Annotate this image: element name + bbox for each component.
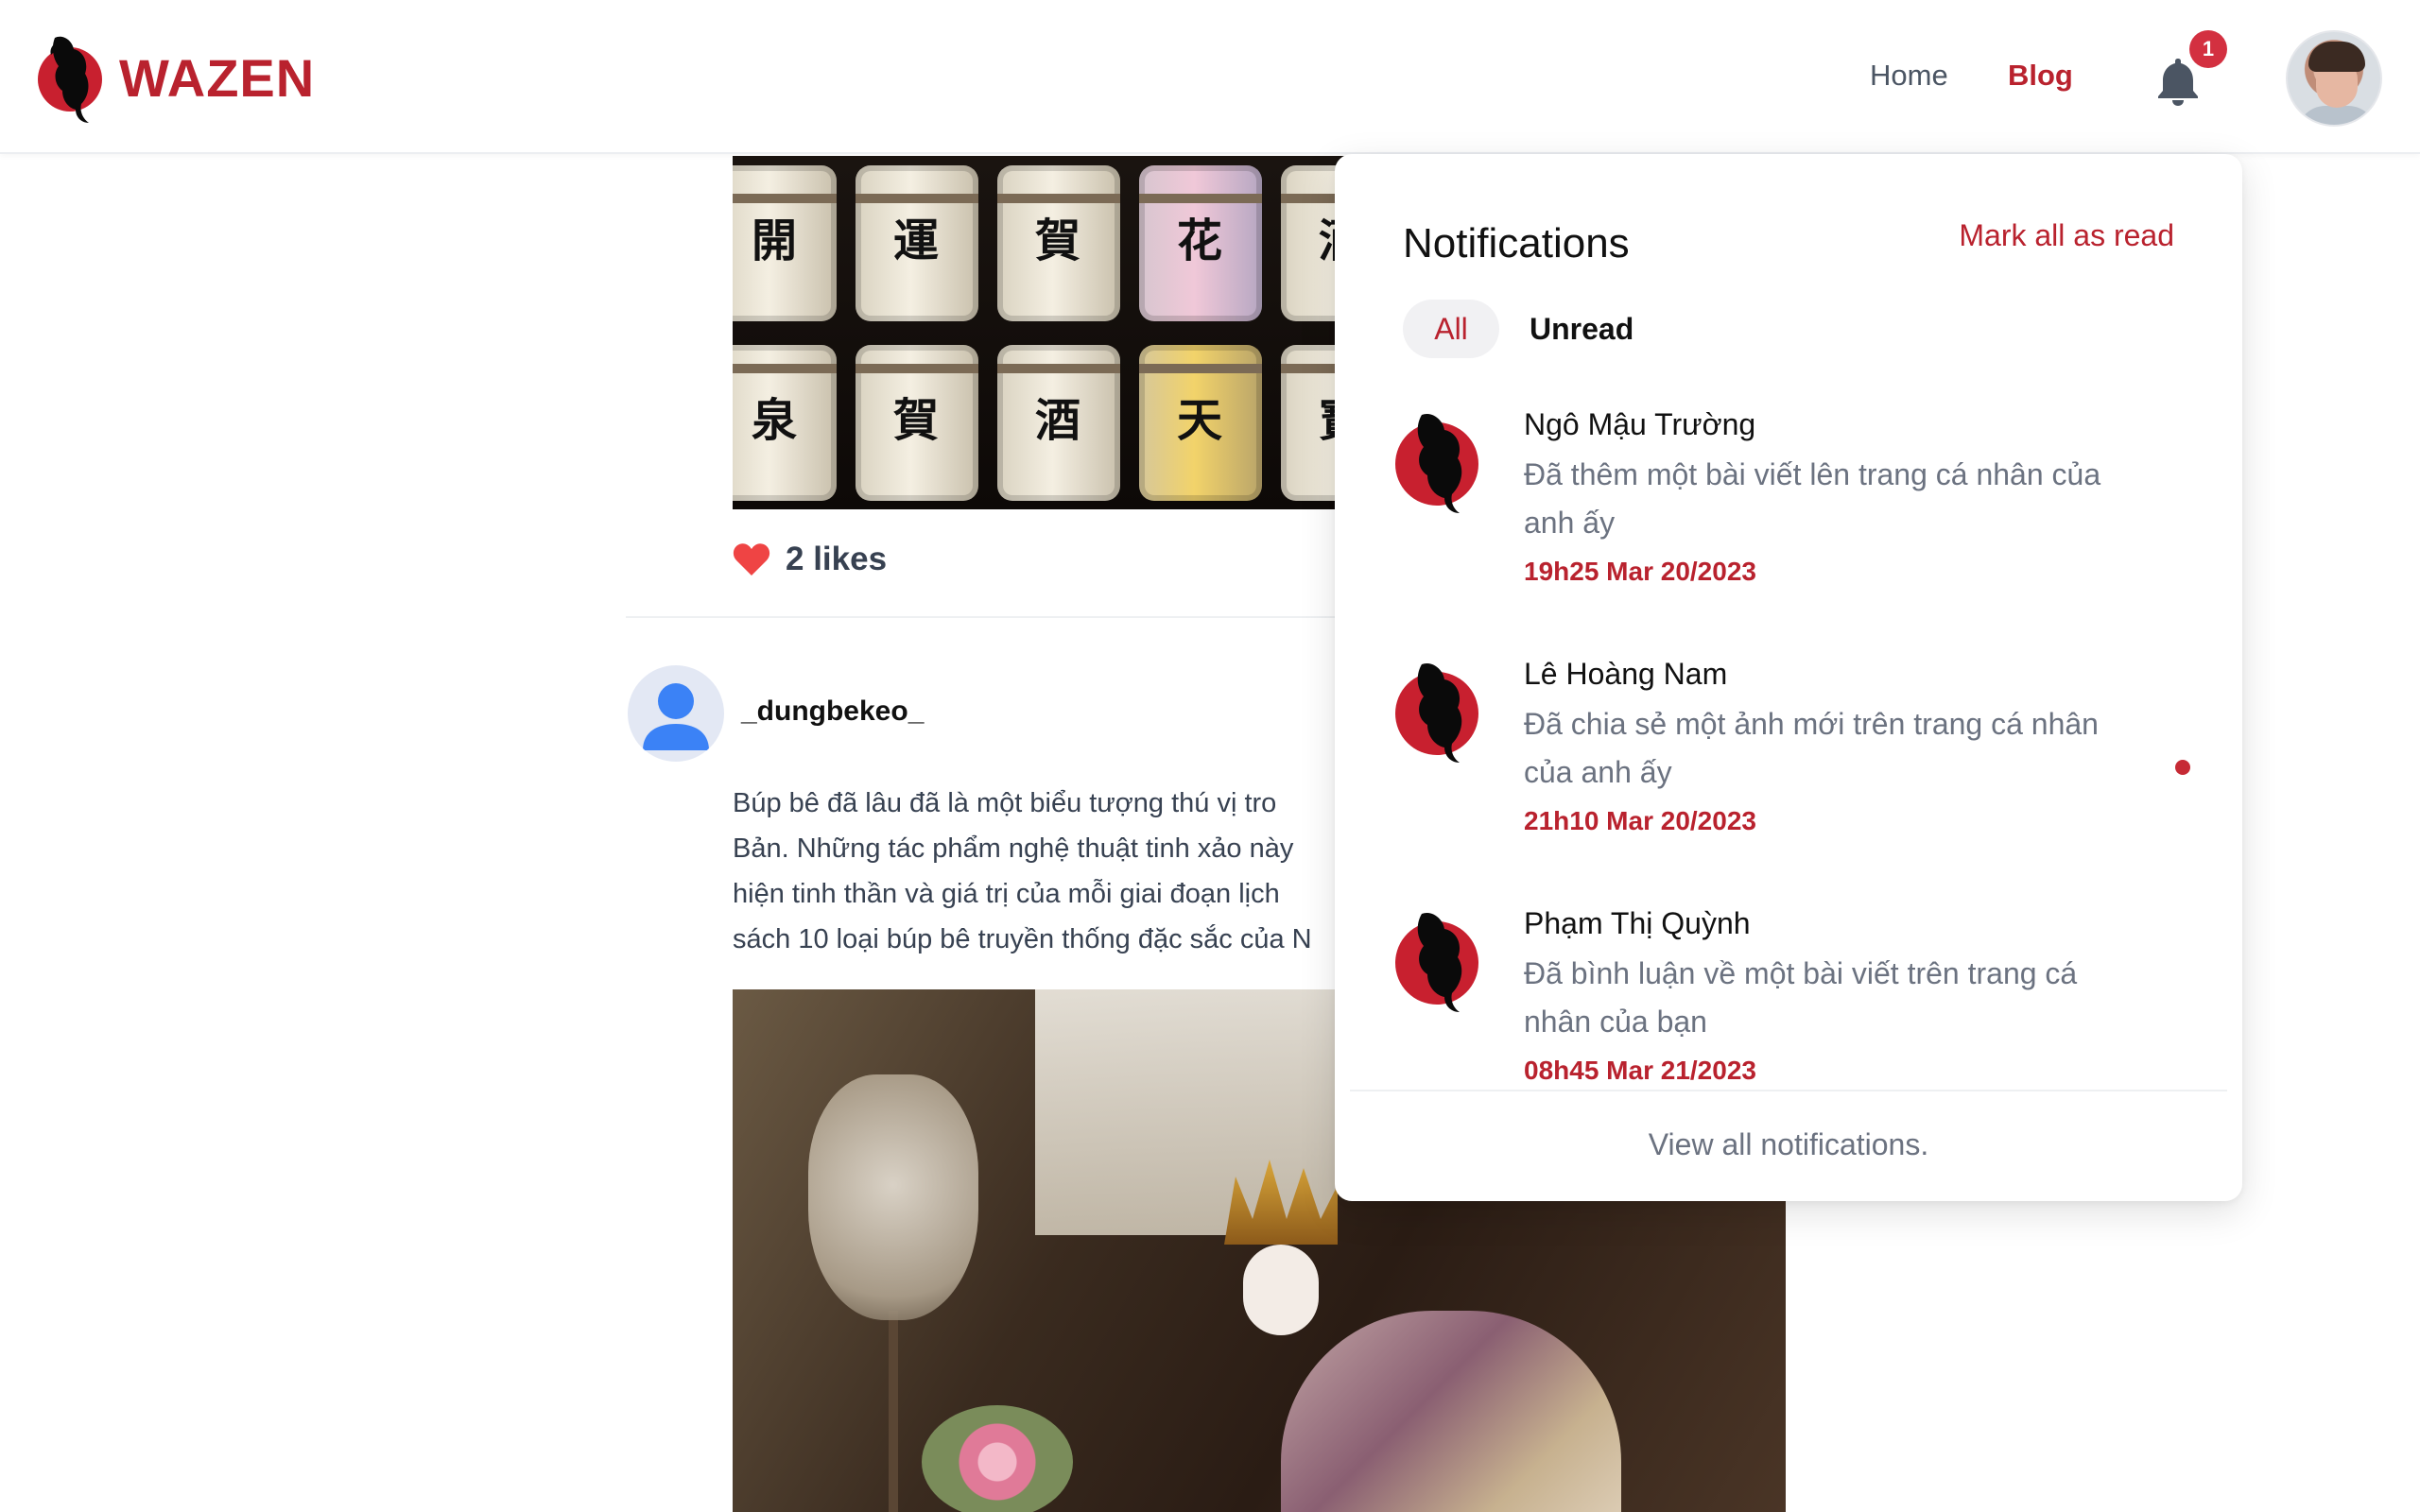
notification-item[interactable]: Ngô Mậu Trường Đã thêm một bài viết lên …	[1335, 390, 2242, 627]
heart-icon[interactable]	[733, 542, 770, 576]
post-author-name[interactable]: _dungbekeo_	[741, 696, 924, 728]
notification-message: Đã thêm một bài viết lên trang cá nhân c…	[1524, 457, 2101, 540]
notification-time: 08h45 Mar 21/2023	[1524, 1056, 1756, 1085]
post-text-line: hiện tinh thần và giá trị của mỗi giai đ…	[733, 879, 1280, 909]
mark-all-read-link[interactable]: Mark all as read	[1959, 218, 2174, 253]
notifications-title: Notifications	[1403, 220, 1630, 266]
notification-sender: Lê Hoàng Nam	[1524, 657, 1728, 691]
unread-dot	[2175, 760, 2190, 775]
post-text-line: Bản. Những tác phẩm nghệ thuật tinh xảo …	[733, 833, 1294, 864]
notification-item[interactable]: Lê Hoàng Nam Đã chia sẻ một ảnh mới trên…	[1335, 640, 2242, 876]
notifications-dropdown: Notifications Mark all as read All Unrea…	[1335, 154, 2242, 1201]
notification-sender: Phạm Thị Quỳnh	[1524, 906, 1751, 940]
notification-time: 19h25 Mar 20/2023	[1524, 557, 1756, 586]
nav-blog-link[interactable]: Blog	[2008, 59, 2073, 93]
nav-home-link[interactable]: Home	[1870, 59, 1948, 93]
notification-message: Đã chia sẻ một ảnh mới trên trang cá nhâ…	[1524, 707, 2099, 789]
post-text-line: sách 10 loại búp bê truyền thống đặc sắc…	[733, 924, 1312, 954]
likes-count: 2 likes	[786, 541, 888, 577]
post-likes: 2 likes	[733, 541, 887, 578]
post-text-line: Búp bê đã lâu đã là một biểu tượng thú v…	[733, 788, 1277, 818]
koi-avatar-icon	[1395, 413, 1478, 513]
bell-icon[interactable]	[2155, 55, 2201, 106]
default-user-icon	[643, 683, 709, 750]
post-body-text: Búp bê đã lâu đã là một biểu tượng thú v…	[733, 781, 1338, 962]
notification-item[interactable]: Phạm Thị Quỳnh Đã bình luận về một bài v…	[1335, 889, 2242, 1088]
footer-divider	[1350, 1090, 2227, 1091]
author-avatar[interactable]	[628, 665, 724, 762]
koi-logo-icon	[38, 36, 102, 124]
tab-unread[interactable]: Unread	[1530, 300, 1634, 358]
koi-avatar-icon	[1395, 662, 1478, 763]
notification-time: 21h10 Mar 20/2023	[1524, 806, 1756, 835]
notification-sender: Ngô Mậu Trường	[1524, 407, 1756, 441]
notification-message: Đã bình luận về một bài viết trên trang …	[1524, 956, 2078, 1039]
notification-count-badge: 1	[2189, 30, 2227, 68]
brand-name: WAZEN	[119, 47, 316, 108]
top-header: WAZEN Home Blog 1	[0, 0, 2420, 154]
view-all-notifications-link[interactable]: View all notifications.	[1335, 1127, 2242, 1162]
brand-logo[interactable]: WAZEN	[34, 30, 315, 125]
koi-avatar-icon	[1395, 912, 1478, 1012]
tab-all[interactable]: All	[1403, 300, 1499, 358]
user-avatar[interactable]	[2286, 30, 2382, 127]
notification-list[interactable]: Ngô Mậu Trường Đã thêm một bài viết lên …	[1335, 390, 2242, 1228]
